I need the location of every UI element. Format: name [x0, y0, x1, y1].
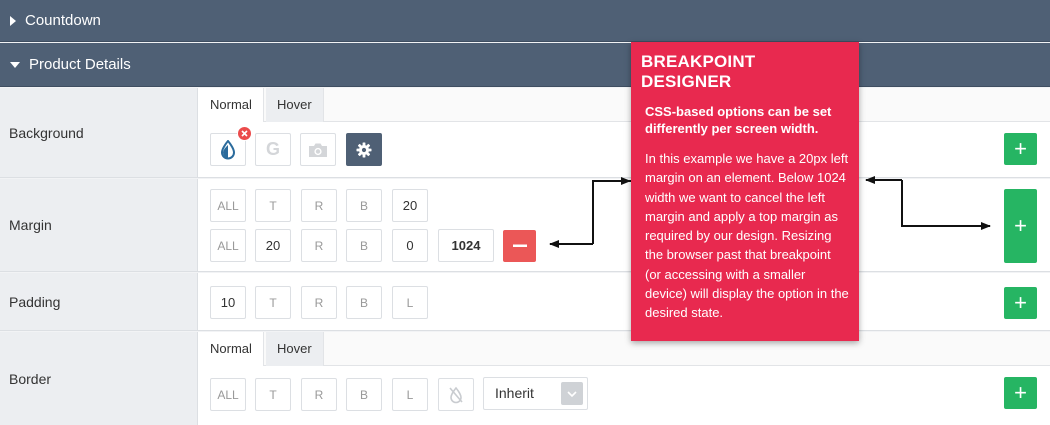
tab-normal[interactable]: Normal: [199, 332, 264, 366]
section-title: Product Details: [29, 56, 131, 73]
padding-right-input[interactable]: R: [301, 286, 337, 319]
margin-label: Margin: [0, 179, 198, 271]
google-icon: G: [265, 139, 280, 159]
border-tabbar: Normal Hover: [199, 332, 1050, 366]
no-style-icon: [449, 386, 463, 403]
border-row: Border Normal Hover ALL T R B L Inherit …: [0, 332, 1050, 425]
minus-icon: [512, 244, 527, 247]
breakpoint-designer-tooltip: BREAKPOINT DESIGNER CSS-based options ca…: [631, 42, 859, 341]
border-style-select[interactable]: Inherit: [483, 377, 588, 410]
padding-row: Padding 10 T R B L +: [0, 273, 1050, 331]
background-tabbar: Normal Hover: [199, 88, 1050, 122]
border-left-input[interactable]: L: [392, 378, 428, 411]
tooltip-title: BREAKPOINT DESIGNER: [641, 52, 756, 91]
padding-top-input[interactable]: T: [255, 286, 291, 319]
bp-margin-right-input[interactable]: R: [301, 229, 337, 262]
gradient-button[interactable]: G: [255, 133, 291, 166]
padding-bottom-input[interactable]: B: [346, 286, 382, 319]
plus-icon: +: [1014, 290, 1027, 315]
chevron-down-icon: [561, 382, 583, 405]
remove-breakpoint-button[interactable]: [503, 230, 536, 262]
select-value: Inherit: [495, 385, 534, 401]
tab-hover[interactable]: Hover: [266, 88, 324, 122]
border-label: Border: [0, 332, 198, 425]
plus-icon: +: [1014, 380, 1027, 405]
border-all-input[interactable]: ALL: [210, 378, 246, 411]
padding-label: Padding: [0, 273, 198, 330]
color-drop-icon: [220, 139, 236, 159]
margin-all-input[interactable]: ALL: [210, 189, 246, 222]
plus-icon: +: [1014, 213, 1027, 238]
padding-left-input[interactable]: L: [392, 286, 428, 319]
margin-bottom-input[interactable]: B: [346, 189, 382, 222]
plus-icon: +: [1014, 136, 1027, 161]
bp-margin-left-input[interactable]: 0: [392, 229, 428, 262]
breakpoint-width-input[interactable]: 1024: [438, 229, 494, 262]
add-breakpoint-button[interactable]: +: [1004, 377, 1037, 409]
caret-right-icon: [10, 15, 16, 26]
bp-margin-top-input[interactable]: 20: [255, 229, 291, 262]
tab-normal[interactable]: Normal: [199, 88, 264, 122]
margin-right-input[interactable]: R: [301, 189, 337, 222]
margin-left-input[interactable]: 20: [392, 189, 428, 222]
tooltip-body: In this example we have a 20px left marg…: [645, 151, 849, 321]
bp-margin-all-input[interactable]: ALL: [210, 229, 246, 262]
add-breakpoint-button[interactable]: +: [1004, 189, 1037, 263]
caret-down-icon: [10, 61, 20, 68]
padding-all-input[interactable]: 10: [210, 286, 246, 319]
tab-hover[interactable]: Hover: [266, 332, 324, 366]
border-none-button[interactable]: [438, 378, 474, 411]
add-breakpoint-button[interactable]: +: [1004, 133, 1037, 165]
border-bottom-input[interactable]: B: [346, 378, 382, 411]
image-button[interactable]: [300, 133, 336, 166]
bp-margin-bottom-input[interactable]: B: [346, 229, 382, 262]
section-countdown[interactable]: Countdown: [0, 0, 1050, 42]
margin-row: Margin ALL T R B 20 ALL 20 R B 0 1024 +: [0, 179, 1050, 272]
background-label: Background: [0, 88, 198, 177]
add-breakpoint-button[interactable]: +: [1004, 287, 1037, 319]
margin-top-input[interactable]: T: [255, 189, 291, 222]
border-top-input[interactable]: T: [255, 378, 291, 411]
remove-badge-icon[interactable]: [237, 126, 252, 141]
section-product-details[interactable]: Product Details: [0, 43, 1050, 87]
camera-icon: [309, 143, 327, 157]
section-title: Countdown: [25, 12, 101, 29]
border-right-input[interactable]: R: [301, 378, 337, 411]
gear-icon: [356, 142, 372, 157]
settings-button[interactable]: [346, 133, 382, 166]
background-row: Background Normal Hover G +: [0, 88, 1050, 178]
tooltip-subtitle: CSS-based options can be set differently…: [645, 104, 832, 136]
